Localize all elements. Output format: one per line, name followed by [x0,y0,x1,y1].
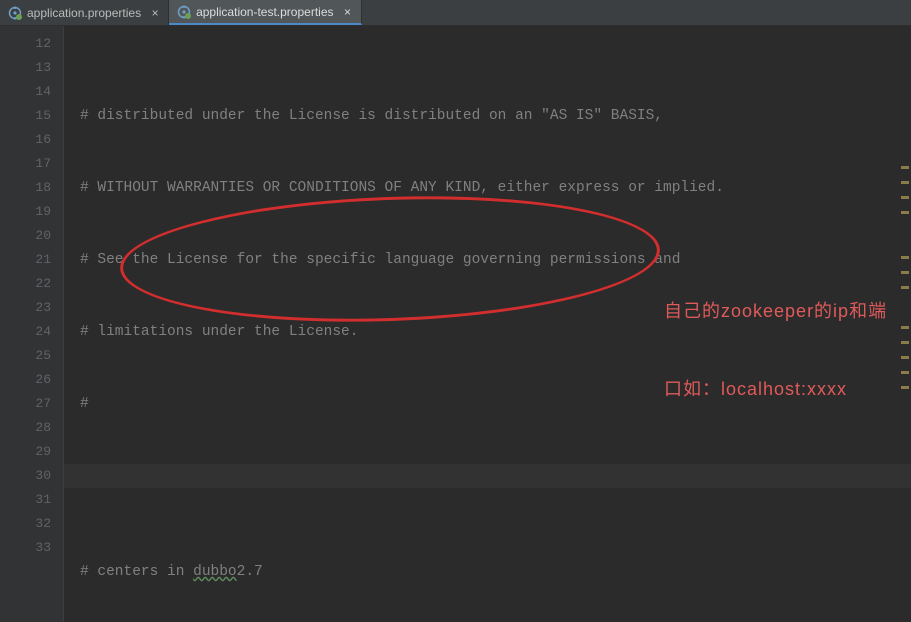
line-number: 15 [0,104,51,128]
line-number: 16 [0,128,51,152]
code-line: # WITHOUT WARRANTIES OR CONDITIONS OF AN… [80,176,911,200]
line-number-gutter: 1213141516171819202122232425262728293031… [0,26,64,622]
line-number: 24 [0,320,51,344]
close-icon[interactable]: × [148,6,162,20]
line-number: 27 [0,392,51,416]
line-number: 31 [0,488,51,512]
code-line: # centers in dubbo2.7 [80,560,911,584]
line-number: 13 [0,56,51,80]
error-stripe[interactable] [899,26,909,622]
line-number: 26 [0,368,51,392]
code-line-current [64,464,911,488]
tab-label: application-test.properties [196,5,333,19]
line-number: 17 [0,152,51,176]
close-icon[interactable]: × [341,5,355,19]
line-number: 20 [0,224,51,248]
line-number: 28 [0,416,51,440]
line-number: 25 [0,344,51,368]
line-number: 19 [0,200,51,224]
line-number: 33 [0,536,51,560]
tab-bar: application.properties × application-tes… [0,0,911,26]
properties-file-icon [8,6,22,20]
line-number: 14 [0,80,51,104]
line-number: 29 [0,440,51,464]
line-number: 23 [0,296,51,320]
annotation-text: 自己的zookeeper的ip和端 口如：localhost:xxxx [664,246,911,454]
line-number: 30 [0,464,51,488]
line-number: 21 [0,248,51,272]
code-line: # [80,392,911,416]
tab-application-test-properties[interactable]: application-test.properties × [169,0,361,25]
code-line: # limitations under the License. [80,320,911,344]
properties-file-icon [177,5,191,19]
tab-label: application.properties [27,6,141,20]
line-number: 12 [0,32,51,56]
code-area[interactable]: # distributed under the License is distr… [64,26,911,622]
line-number: 32 [0,512,51,536]
line-number: 22 [0,272,51,296]
tab-application-properties[interactable]: application.properties × [0,0,169,25]
code-line: # See the License for the specific langu… [80,248,911,272]
code-line: # distributed under the License is distr… [80,104,911,128]
line-number: 18 [0,176,51,200]
editor: 1213141516171819202122232425262728293031… [0,26,911,622]
